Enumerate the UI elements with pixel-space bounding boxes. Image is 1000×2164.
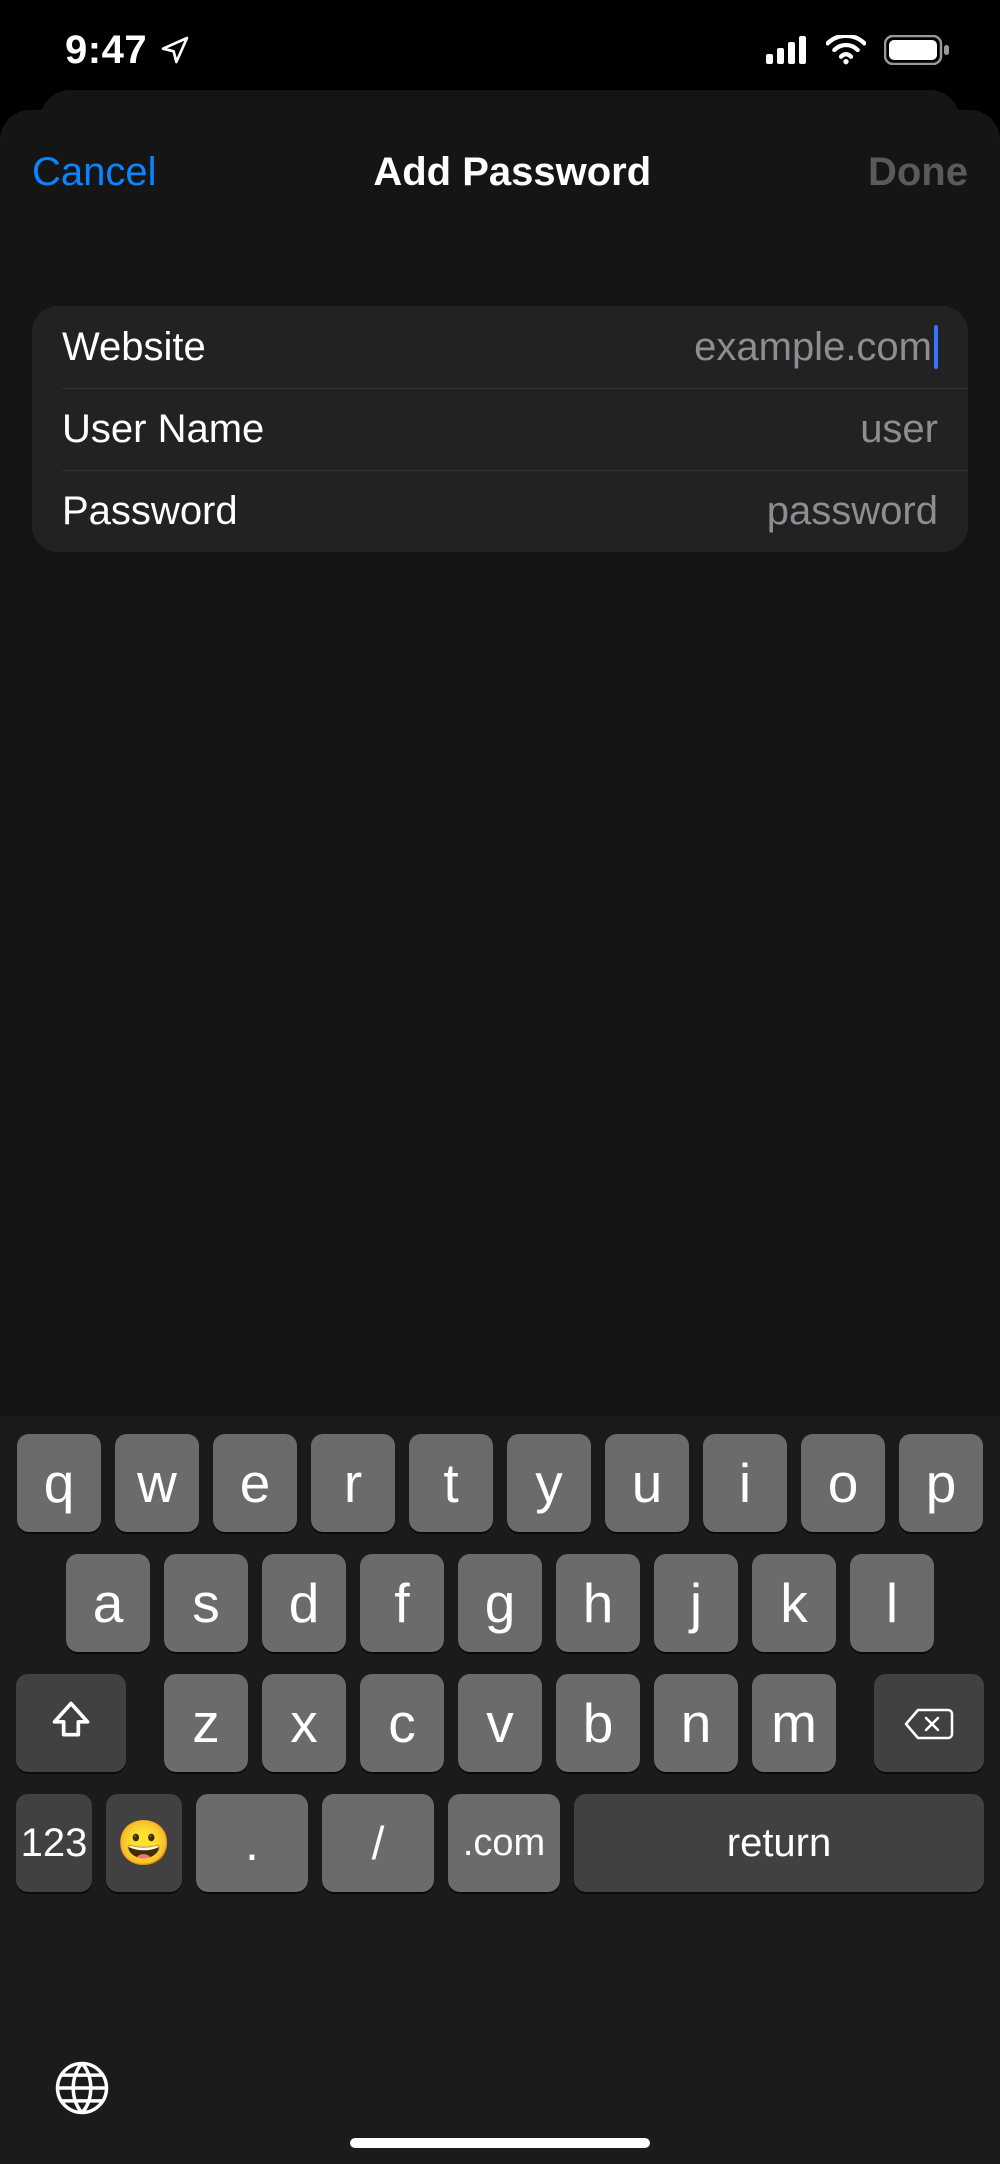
key-b[interactable]: b	[556, 1674, 640, 1772]
slash-key[interactable]: /	[322, 1794, 434, 1892]
key-x[interactable]: x	[262, 1674, 346, 1772]
cellular-signal-icon	[766, 36, 808, 64]
key-c[interactable]: c	[360, 1674, 444, 1772]
key-h[interactable]: h	[556, 1554, 640, 1652]
key-y[interactable]: y	[507, 1434, 591, 1532]
key-v[interactable]: v	[458, 1674, 542, 1772]
location-arrow-icon	[159, 34, 191, 66]
shift-icon	[49, 1691, 93, 1755]
website-input[interactable]	[206, 325, 932, 370]
key-w[interactable]: w	[115, 1434, 199, 1532]
key-r[interactable]: r	[311, 1434, 395, 1532]
key-o[interactable]: o	[801, 1434, 885, 1532]
page-title: Add Password	[373, 150, 651, 195]
keyboard: q w e r t y u i o p a s d f g h j k l	[0, 1416, 1000, 2164]
globe-icon	[54, 2103, 110, 2120]
wifi-icon	[826, 35, 866, 65]
website-label: Website	[62, 325, 206, 370]
key-k[interactable]: k	[752, 1554, 836, 1652]
numbers-key[interactable]: 123	[16, 1794, 92, 1892]
globe-key[interactable]	[54, 2060, 110, 2116]
key-l[interactable]: l	[850, 1554, 934, 1652]
password-form: Website User Name Password	[32, 306, 968, 552]
battery-full-icon	[884, 35, 950, 65]
key-m[interactable]: m	[752, 1674, 836, 1772]
status-time: 9:47	[65, 28, 147, 73]
keyboard-row-3: z x c v b n m	[14, 1674, 986, 1772]
key-g[interactable]: g	[458, 1554, 542, 1652]
add-password-sheet: Cancel Add Password Done Website User Na…	[0, 110, 1000, 2164]
username-label: User Name	[62, 407, 264, 452]
key-i[interactable]: i	[703, 1434, 787, 1532]
key-n[interactable]: n	[654, 1674, 738, 1772]
backspace-icon	[904, 1691, 954, 1755]
key-d[interactable]: d	[262, 1554, 346, 1652]
key-f[interactable]: f	[360, 1554, 444, 1652]
key-j[interactable]: j	[654, 1554, 738, 1652]
username-input[interactable]	[264, 407, 938, 452]
return-key[interactable]: return	[574, 1794, 984, 1892]
shift-key[interactable]	[16, 1674, 126, 1772]
backspace-key[interactable]	[874, 1674, 984, 1772]
navbar: Cancel Add Password Done	[0, 110, 1000, 206]
key-p[interactable]: p	[899, 1434, 983, 1532]
website-row[interactable]: Website	[32, 306, 968, 388]
key-e[interactable]: e	[213, 1434, 297, 1532]
key-t[interactable]: t	[409, 1434, 493, 1532]
key-z[interactable]: z	[164, 1674, 248, 1772]
cancel-button[interactable]: Cancel	[32, 150, 157, 195]
password-label: Password	[62, 489, 238, 534]
emoji-key[interactable]: 😀	[106, 1794, 182, 1892]
home-indicator[interactable]	[350, 2138, 650, 2148]
keyboard-row-2: a s d f g h j k l	[14, 1554, 986, 1652]
dotcom-key[interactable]: .com	[448, 1794, 560, 1892]
key-q[interactable]: q	[17, 1434, 101, 1532]
text-cursor	[934, 325, 938, 369]
key-u[interactable]: u	[605, 1434, 689, 1532]
status-bar: 9:47	[0, 0, 1000, 100]
keyboard-row-1: q w e r t y u i o p	[14, 1434, 986, 1532]
key-a[interactable]: a	[66, 1554, 150, 1652]
status-right	[766, 35, 950, 65]
password-row[interactable]: Password	[62, 470, 968, 552]
dot-key[interactable]: .	[196, 1794, 308, 1892]
password-input[interactable]	[238, 489, 938, 534]
done-button[interactable]: Done	[868, 150, 968, 195]
keyboard-row-4: 123 😀 . / .com return	[14, 1794, 986, 1892]
status-left: 9:47	[65, 28, 191, 73]
username-row[interactable]: User Name	[62, 388, 968, 470]
key-s[interactable]: s	[164, 1554, 248, 1652]
